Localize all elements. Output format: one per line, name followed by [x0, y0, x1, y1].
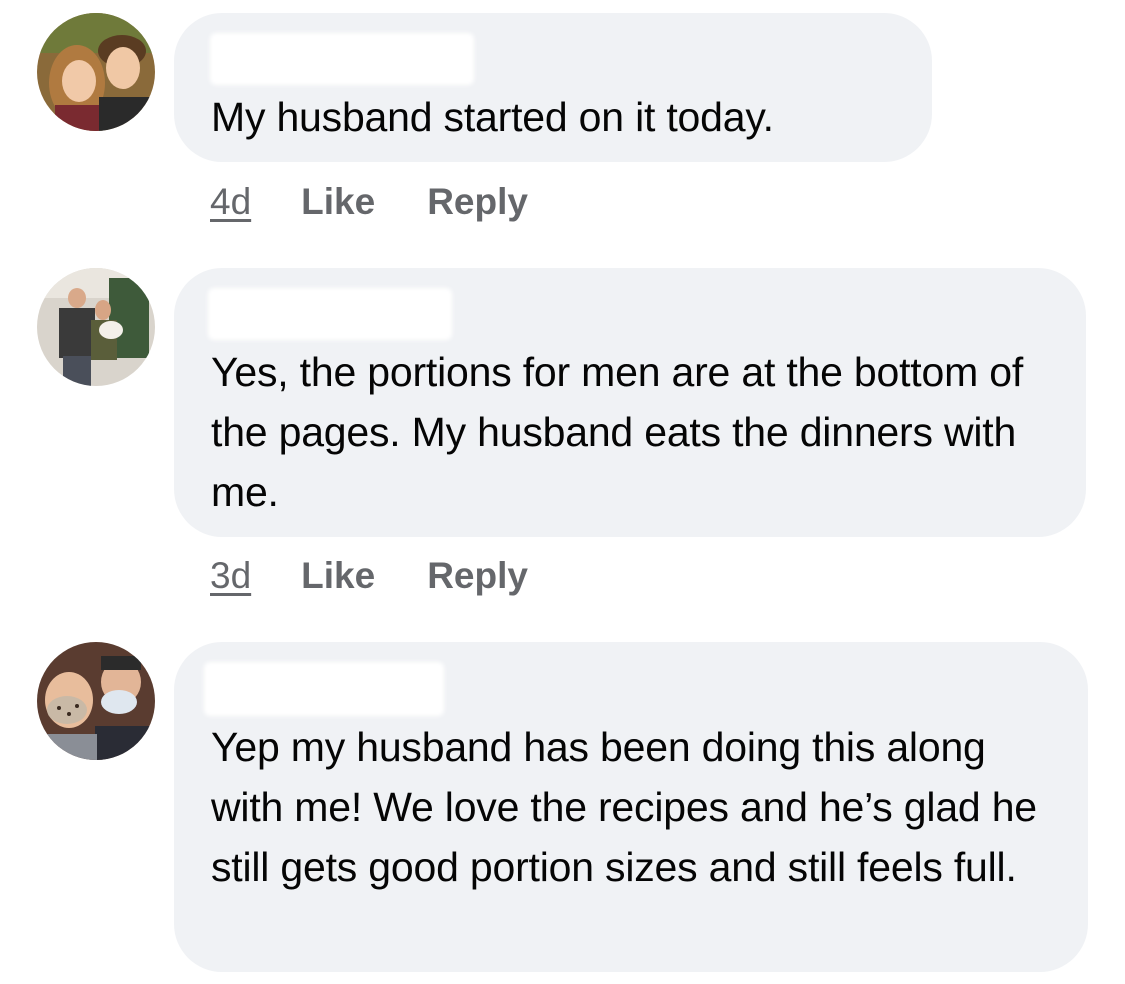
- profile-photo-icon: [37, 13, 155, 131]
- redacted-author-name: [210, 33, 474, 85]
- comment-bubble: My husband started on it today.: [174, 13, 932, 162]
- comment-actions: 3d Like Reply: [210, 554, 528, 598]
- comment-bubble: Yep my husband has been doing this along…: [174, 642, 1088, 972]
- avatar[interactable]: [37, 13, 155, 131]
- avatar[interactable]: [37, 642, 155, 760]
- redacted-author-name: [208, 288, 452, 340]
- profile-photo-icon: [37, 268, 155, 386]
- like-button[interactable]: Like: [301, 554, 375, 598]
- timestamp-link[interactable]: 3d: [210, 554, 251, 598]
- avatar[interactable]: [37, 268, 155, 386]
- like-button[interactable]: Like: [301, 180, 375, 224]
- reply-button[interactable]: Reply: [427, 554, 528, 598]
- profile-photo-icon: [37, 642, 155, 760]
- comment-bubble: Yes, the portions for men are at the bot…: [174, 268, 1086, 537]
- redacted-author-name: [204, 662, 444, 716]
- comment-actions: 4d Like Reply: [210, 180, 528, 224]
- comment-text: Yep my husband has been doing this along…: [211, 724, 1037, 890]
- comment-text: My husband started on it today.: [211, 94, 774, 140]
- comment-text: Yes, the portions for men are at the bot…: [211, 349, 1024, 515]
- timestamp-link[interactable]: 4d: [210, 180, 251, 224]
- reply-button[interactable]: Reply: [427, 180, 528, 224]
